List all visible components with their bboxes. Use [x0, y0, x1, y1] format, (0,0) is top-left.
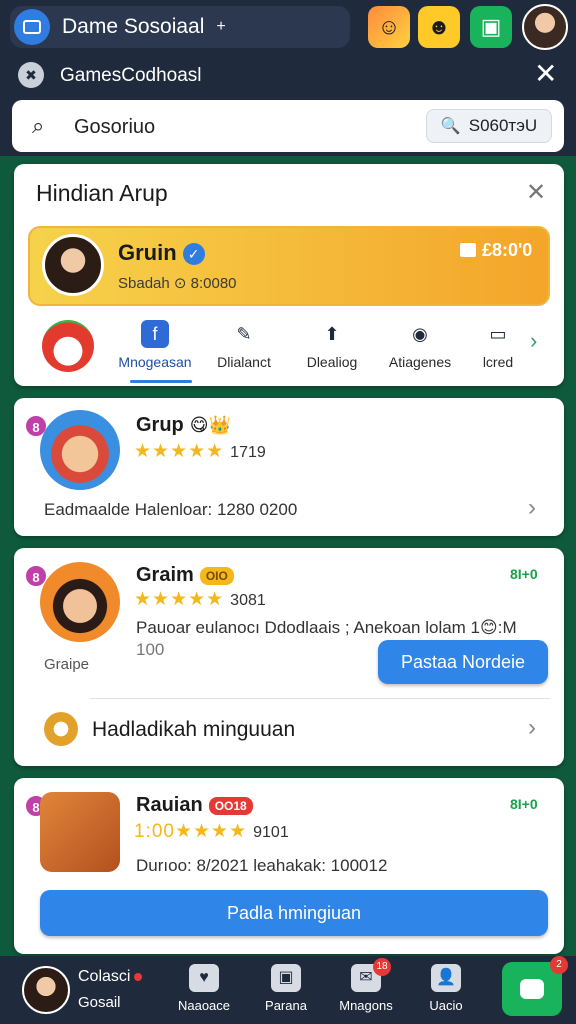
game-title: Rauian OO18 [136, 794, 253, 817]
user-icon: 👤 [431, 964, 461, 992]
featured-subtitle: Sbadah ⊙ 8:0080 [118, 275, 237, 292]
app-chip[interactable]: Dame Sosoiaal + [10, 6, 350, 48]
nav-label: Mnagons [339, 998, 393, 1013]
online-dot [134, 972, 143, 981]
tab-label: lcred [482, 354, 514, 370]
play-button[interactable]: Padla hmingiuan [40, 890, 548, 936]
app-window-icon [14, 9, 50, 45]
chevron-right-icon[interactable]: › [528, 714, 536, 742]
nav-parana[interactable]: ▣ Parana [248, 964, 324, 1013]
tab-lcred[interactable]: ▭ lcred [466, 316, 530, 376]
game-card[interactable]: 8 Rauian OO18 8I+0 1:00★★★★ 9101 Durıoo: 8… [14, 778, 564, 954]
camera-icon[interactable]: ▣ [470, 6, 512, 48]
promo-text: Hadladikah minguuan [92, 718, 296, 741]
emoji-icon[interactable]: ☻ [418, 6, 460, 48]
game-card[interactable]: 8 Graim OIO 8I+0 ★★★★★ 3081 Pauoar eulanoc… [14, 548, 564, 766]
app-plus-icon[interactable]: + [216, 18, 225, 36]
game-rating: ★★★★★ 3081 [134, 589, 266, 610]
mascot-icon[interactable] [42, 320, 94, 372]
key-icon: 🔍 [440, 118, 461, 135]
group-panel: Hindian Arup ✕ Gruin ✓ Sbadah ⊙ 8:0080 £8… [14, 164, 564, 386]
profile-avatar[interactable] [22, 966, 70, 1014]
image-icon: ▣ [271, 964, 301, 992]
active-tab-indicator [130, 380, 192, 383]
online-status: 8I+0 [510, 796, 538, 812]
chevron-right-icon[interactable]: › [530, 328, 537, 354]
game-rating: 1:00★★★★ 9101 [134, 821, 289, 842]
app-title: Dame Sosoiaal [62, 15, 205, 38]
featured-avatar [42, 234, 104, 296]
profile-sub: Gosail [78, 994, 121, 1011]
tab-dlialanct[interactable]: ✎ Dlialanct [206, 316, 282, 376]
wallet-icon [460, 243, 476, 257]
panel-close-icon[interactable]: ✕ [526, 178, 546, 207]
verified-icon: ✓ [182, 243, 205, 266]
tab-label: Dlealiog [306, 354, 358, 370]
featured-price: £8:0'0 [460, 240, 532, 261]
search-input[interactable]: ⌕ Gosoriuo 🔍 S060тэU [12, 100, 564, 152]
top-bar: Dame Sosoiaal + ☺ ☻ ▣ [0, 0, 576, 56]
promo-icon [44, 712, 78, 746]
search-value: Gosoriuo [74, 116, 156, 138]
notification-count: 18 [373, 958, 391, 976]
heart-icon: ♥ [189, 964, 219, 992]
tab-atiagenes[interactable]: ◉ Atiagenes [380, 316, 460, 376]
featured-name: Gruin ✓ [118, 240, 205, 266]
game-description: Eadmaalde Halenloar: 1280 0200 [44, 500, 298, 519]
search-area: ⌕ Gosoriuo 🔍 S060тэU [0, 96, 576, 156]
tab-label: Dlialanct [217, 354, 271, 370]
game-tag: OIO [199, 566, 234, 585]
chevron-right-icon[interactable]: › [528, 494, 536, 522]
search-icon: ⌕ [32, 113, 45, 138]
online-status: 8I+0 [510, 566, 538, 582]
skull-icon: ✖ [18, 62, 44, 88]
game-description: Pauoar eulanocı Ddodlaais ; Anekoan lola… [136, 618, 517, 637]
tab-label: Mnogeasan [118, 354, 192, 370]
camera-icon [520, 979, 544, 999]
sub-bar: ✖ GamesCodhoasl ✕ [0, 56, 576, 96]
side-label: Graipe [44, 656, 90, 673]
pin-icon: ✎ [236, 323, 252, 344]
search-button[interactable]: 🔍 S060тэU [426, 109, 552, 143]
game-description-extra: 100 [136, 640, 165, 659]
card-icon: ▭ [489, 323, 507, 344]
nav-mnagons[interactable]: ✉ 18 Mnagons [328, 958, 404, 1013]
game-title: Graim OIO [136, 564, 234, 587]
game-tag: 😋👑 [189, 415, 231, 435]
game-title: Grup 😋👑 [136, 414, 231, 436]
tab-label: Atiagenes [388, 354, 452, 370]
tab-mnogeasan[interactable]: f Mnogeasan [110, 316, 200, 376]
chat-icon: ◉ [412, 323, 428, 344]
game-avatar [40, 562, 120, 642]
game-avatar [40, 792, 120, 872]
notification-count: 2 [550, 956, 568, 974]
game-tag: OO18 [208, 796, 253, 815]
message-icon: ✉ 18 [351, 958, 391, 992]
search-button-label: S060тэU [468, 116, 538, 135]
user-avatar[interactable] [522, 4, 568, 50]
camera-button[interactable]: 2 [502, 956, 568, 1016]
upload-icon: ⬆ [324, 323, 340, 344]
facebook-icon: f [141, 320, 169, 348]
game-rating: ★★★★★ 1719 [134, 441, 266, 462]
face-icon[interactable]: ☺ [368, 6, 410, 48]
tab-bar: f Mnogeasan ✎ Dlialanct ⬆ Dlealiog ◉ Ati… [110, 316, 550, 380]
panel-title: Hindian Arup [36, 180, 168, 206]
featured-banner[interactable]: Gruin ✓ Sbadah ⊙ 8:0080 £8:0'0 [28, 226, 550, 306]
play-button[interactable]: Pastaa Nordeie [378, 640, 548, 684]
sub-title: GamesCodhoasl [60, 65, 202, 86]
nav-uacio[interactable]: 👤 Uacio [408, 964, 484, 1013]
close-icon[interactable]: ✕ [534, 60, 557, 88]
divider [90, 698, 550, 699]
profile-name: Colasci [78, 968, 143, 986]
nav-label: Naaoace [177, 998, 231, 1013]
nav-label: Parana [265, 998, 307, 1013]
bottom-nav: Colasci Gosail ♥ Naaoace ▣ Parana ✉ 18 Mn… [0, 956, 576, 1024]
game-description: Durıoo: 8/2021 leahakak: 100012 [136, 856, 388, 875]
nav-naaoace[interactable]: ♥ Naaoace [166, 964, 242, 1013]
tab-dlealiog[interactable]: ⬆ Dlealiog [292, 316, 372, 376]
nav-label: Uacio [429, 998, 463, 1013]
game-avatar [40, 410, 120, 490]
game-card[interactable]: 8 Grup 😋👑 ★★★★★ 1719 Eadmaalde Halenloar: … [14, 398, 564, 536]
